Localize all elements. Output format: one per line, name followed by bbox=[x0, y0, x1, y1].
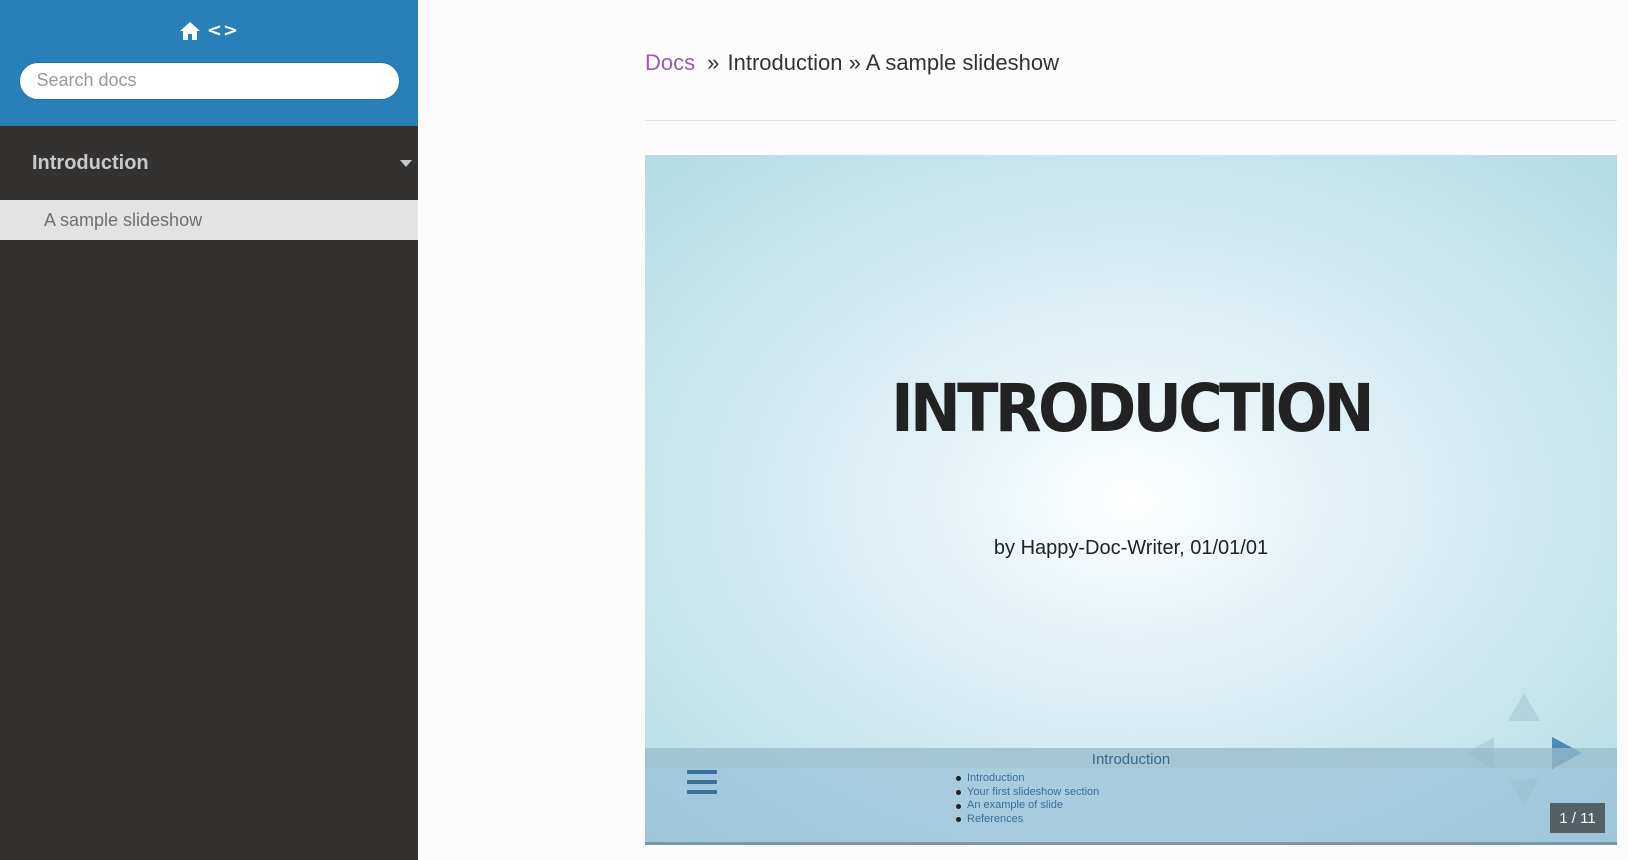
menu-icon[interactable] bbox=[687, 770, 717, 796]
sidebar-item-sample-slideshow[interactable]: A sample slideshow bbox=[0, 200, 418, 240]
breadcrumb: Docs » Introduction » A sample slideshow bbox=[645, 50, 1059, 76]
toc-item[interactable]: Introduction bbox=[956, 772, 1099, 786]
slide-footer: Introduction Introduction Your first sli… bbox=[645, 748, 1617, 842]
toc-item[interactable]: Your first slideshow section bbox=[956, 786, 1099, 800]
toc-item[interactable]: An example of slide bbox=[956, 799, 1099, 813]
breadcrumb-current: A sample slideshow bbox=[865, 50, 1059, 75]
footer-heading: Introduction bbox=[1091, 751, 1171, 768]
sidebar-header: <> bbox=[0, 0, 418, 126]
breadcrumb-separator: » bbox=[848, 50, 861, 75]
slide-counter: 1 / 11 bbox=[1550, 803, 1605, 833]
sidebar-item-label: A sample slideshow bbox=[44, 209, 203, 230]
divider bbox=[645, 120, 1617, 121]
slide-title: INTRODUCTION bbox=[891, 370, 1374, 447]
home-link[interactable]: <> bbox=[179, 20, 239, 41]
breadcrumb-introduction: Introduction bbox=[727, 50, 843, 75]
caret-down-icon[interactable] bbox=[400, 159, 412, 167]
main-content: Docs» Introduction » A sample slideshow … bbox=[645, 0, 1617, 860]
nav-up-arrow-icon[interactable] bbox=[1508, 693, 1540, 721]
slide-byline: by Happy-Doc-Writer, 01/01/01 bbox=[993, 537, 1269, 559]
breadcrumb-separator: » bbox=[707, 50, 720, 75]
slide-progress-bar bbox=[645, 842, 1617, 845]
toc-item[interactable]: References bbox=[956, 813, 1099, 827]
slide-toc: Introduction Your first slideshow sectio… bbox=[956, 772, 1099, 827]
home-icon bbox=[179, 21, 200, 40]
nav-down-arrow-icon[interactable] bbox=[1508, 779, 1540, 807]
sidebar: <> Introduction A sample slideshow bbox=[0, 0, 418, 860]
sidebar-section-label: Introduction bbox=[32, 151, 149, 174]
search-box bbox=[18, 61, 400, 100]
sidebar-section-introduction[interactable]: Introduction bbox=[0, 126, 418, 200]
breadcrumb-docs-link[interactable]: Docs bbox=[645, 50, 695, 75]
search-input[interactable] bbox=[18, 61, 400, 100]
code-icon: <> bbox=[206, 20, 240, 41]
slideshow: INTRODUCTION by Happy-Doc-Writer, 01/01/… bbox=[645, 155, 1617, 845]
